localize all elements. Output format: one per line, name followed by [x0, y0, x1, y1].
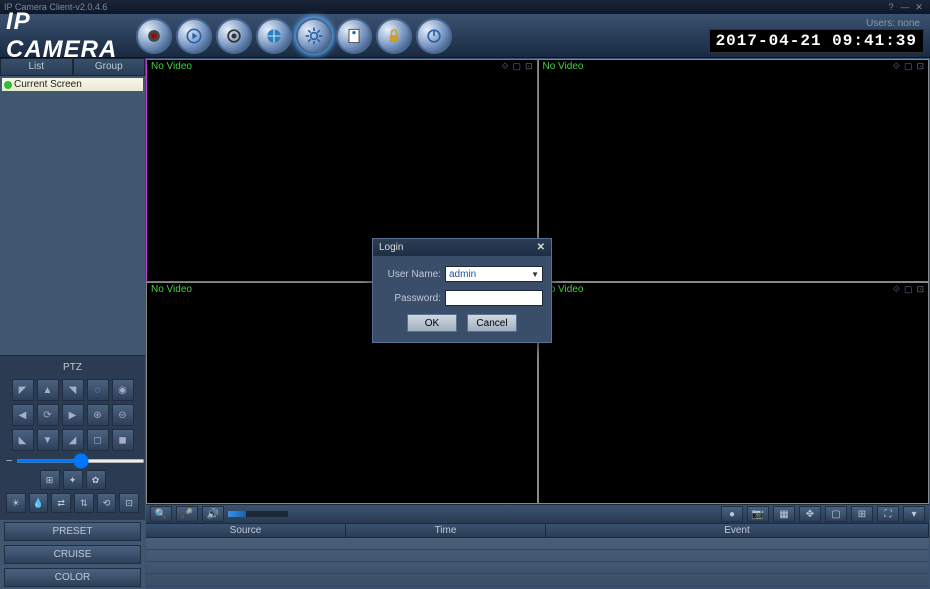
settings-icon[interactable]	[296, 18, 332, 54]
log-col-source[interactable]: Source	[146, 524, 346, 537]
video-controls: 🔍 🎤 🔊 ● 📷 ▦ ✥ ▢ ⊞ ⛶ ▾	[146, 504, 929, 524]
main-toolbar	[136, 18, 452, 54]
ptz-speed-slider[interactable]	[16, 459, 145, 463]
password-input[interactable]	[445, 290, 543, 306]
layout-grid-icon[interactable]: ▦	[773, 506, 795, 522]
collapse-icon[interactable]: ▾	[903, 506, 925, 522]
ptz-extra3-icon[interactable]: ✿	[86, 470, 106, 490]
ptz-iris-open-icon[interactable]: ◌	[87, 379, 109, 401]
username-label: User Name:	[381, 269, 441, 280]
minimize-icon[interactable]: —	[898, 2, 912, 12]
snapshot-btn-icon[interactable]: 📷	[747, 506, 769, 522]
chevron-down-icon: ▼	[531, 270, 539, 279]
fullscreen-icon[interactable]: ⛶	[877, 506, 899, 522]
log-body	[146, 538, 929, 588]
layout-4-icon[interactable]: ⊞	[851, 506, 873, 522]
dialog-close-icon[interactable]: ✕	[537, 242, 545, 253]
light-icon[interactable]: ☀	[6, 493, 26, 513]
ptz-iris-close-icon[interactable]: ◉	[112, 379, 134, 401]
tab-list[interactable]: List	[0, 58, 73, 76]
users-status: Users: none	[709, 18, 924, 29]
pane-status: No Video	[151, 284, 192, 295]
cruise-panel-button[interactable]: CRUISE	[4, 545, 141, 564]
window-titlebar: IP Camera Client-v2.0.4.6 ? — ✕	[0, 0, 930, 14]
wiper-icon[interactable]: 💧	[29, 493, 49, 513]
pane-icon[interactable]: ▢	[904, 61, 913, 72]
pane-icon[interactable]: ⊡	[916, 61, 924, 72]
camera-icon[interactable]	[136, 18, 172, 54]
logo: IP CAMERA	[6, 8, 136, 64]
header-bar: IP CAMERA Users: none 2017-04-21 09:41:3…	[0, 14, 930, 58]
datetime-display: 2017-04-21 09:41:39	[709, 29, 924, 53]
log-col-event[interactable]: Event	[546, 524, 929, 537]
snap-icon[interactable]: ⊡	[119, 493, 139, 513]
list-item[interactable]: Current Screen	[2, 78, 143, 91]
pane-icon[interactable]: ▢	[904, 284, 913, 295]
flip-icon[interactable]: ⇅	[74, 493, 94, 513]
username-value: admin	[449, 269, 476, 280]
log-col-time[interactable]: Time	[346, 524, 546, 537]
ptz-focus-far-icon[interactable]: ◼	[112, 429, 134, 451]
record-icon[interactable]	[216, 18, 252, 54]
log-header: Source Time Event	[146, 524, 929, 538]
pane-icon[interactable]: ⟐	[893, 284, 900, 295]
status-led-icon	[4, 81, 12, 89]
speaker-icon[interactable]: 🔊	[202, 506, 224, 522]
username-select[interactable]: admin ▼	[445, 266, 543, 282]
sidebar: List Group Current Screen PTZ ◤ ▲ ◥ ◌ ◉ …	[0, 58, 145, 589]
layout-1-icon[interactable]: ▢	[825, 506, 847, 522]
power-icon[interactable]	[416, 18, 452, 54]
pane-icon[interactable]: ⟐	[893, 61, 900, 72]
layout-nav-icon[interactable]: ✥	[799, 506, 821, 522]
ptz-title: PTZ	[6, 360, 139, 375]
tab-group[interactable]: Group	[73, 58, 146, 76]
ptz-right[interactable]: ▶	[62, 404, 84, 426]
ptz-up-left[interactable]: ◤	[12, 379, 34, 401]
pane-status: No Video	[151, 61, 192, 72]
list-item-label: Current Screen	[14, 79, 82, 90]
ptz-auto-icon[interactable]: ⟳	[37, 404, 59, 426]
cancel-button[interactable]: Cancel	[467, 314, 517, 332]
record-btn-icon[interactable]: ●	[721, 506, 743, 522]
help-icon[interactable]: ?	[884, 2, 898, 12]
ptz-down[interactable]: ▼	[37, 429, 59, 451]
ptz-zoom-out-icon[interactable]: ⊖	[112, 404, 134, 426]
lock-icon[interactable]	[376, 18, 412, 54]
color-panel-button[interactable]: COLOR	[4, 568, 141, 587]
default-icon[interactable]: ⟲	[97, 493, 117, 513]
ptz-up-right[interactable]: ◥	[62, 379, 84, 401]
ptz-extra1-icon[interactable]: ⊞	[40, 470, 60, 490]
ptz-up[interactable]: ▲	[37, 379, 59, 401]
log-icon[interactable]	[336, 18, 372, 54]
preset-panel-button[interactable]: PRESET	[4, 522, 141, 541]
ptz-down-right[interactable]: ◢	[62, 429, 84, 451]
password-label: Password:	[381, 293, 441, 304]
mic-icon[interactable]: 🎤	[176, 506, 198, 522]
login-dialog: Login ✕ User Name: admin ▼ Password: OK …	[372, 238, 552, 343]
video-pane-2[interactable]: No Video ⟐ ▢⊡	[538, 59, 930, 282]
ptz-panel: PTZ ◤ ▲ ◥ ◌ ◉ ◀ ⟳ ▶ ⊕ ⊖ ◣ ▼ ◢ ◻ ◼ −	[0, 355, 145, 520]
ptz-down-left[interactable]: ◣	[12, 429, 34, 451]
close-icon[interactable]: ✕	[912, 2, 926, 13]
ptz-zoom-in-icon[interactable]: ⊕	[87, 404, 109, 426]
zoom-icon[interactable]: 🔍	[150, 506, 172, 522]
pane-icon[interactable]: ⟐	[501, 61, 508, 72]
pane-icon[interactable]: ⊡	[525, 61, 533, 72]
device-list: Current Screen	[0, 76, 145, 355]
pane-status: No Video	[543, 61, 584, 72]
pane-icon[interactable]: ▢	[512, 61, 521, 72]
ptz-extra2-icon[interactable]: ✦	[63, 470, 83, 490]
globe-icon[interactable]	[256, 18, 292, 54]
pane-icon[interactable]: ⊡	[916, 284, 924, 295]
dialog-title: Login	[379, 242, 403, 253]
mirror-icon[interactable]: ⇄	[51, 493, 71, 513]
ptz-left[interactable]: ◀	[12, 404, 34, 426]
slider-minus-icon[interactable]: −	[6, 455, 12, 467]
video-pane-4[interactable]: No Video⟐▢⊡	[538, 282, 930, 505]
ptz-focus-near-icon[interactable]: ◻	[87, 429, 109, 451]
ok-button[interactable]: OK	[407, 314, 457, 332]
playback-icon[interactable]	[176, 18, 212, 54]
volume-slider[interactable]	[228, 511, 288, 517]
